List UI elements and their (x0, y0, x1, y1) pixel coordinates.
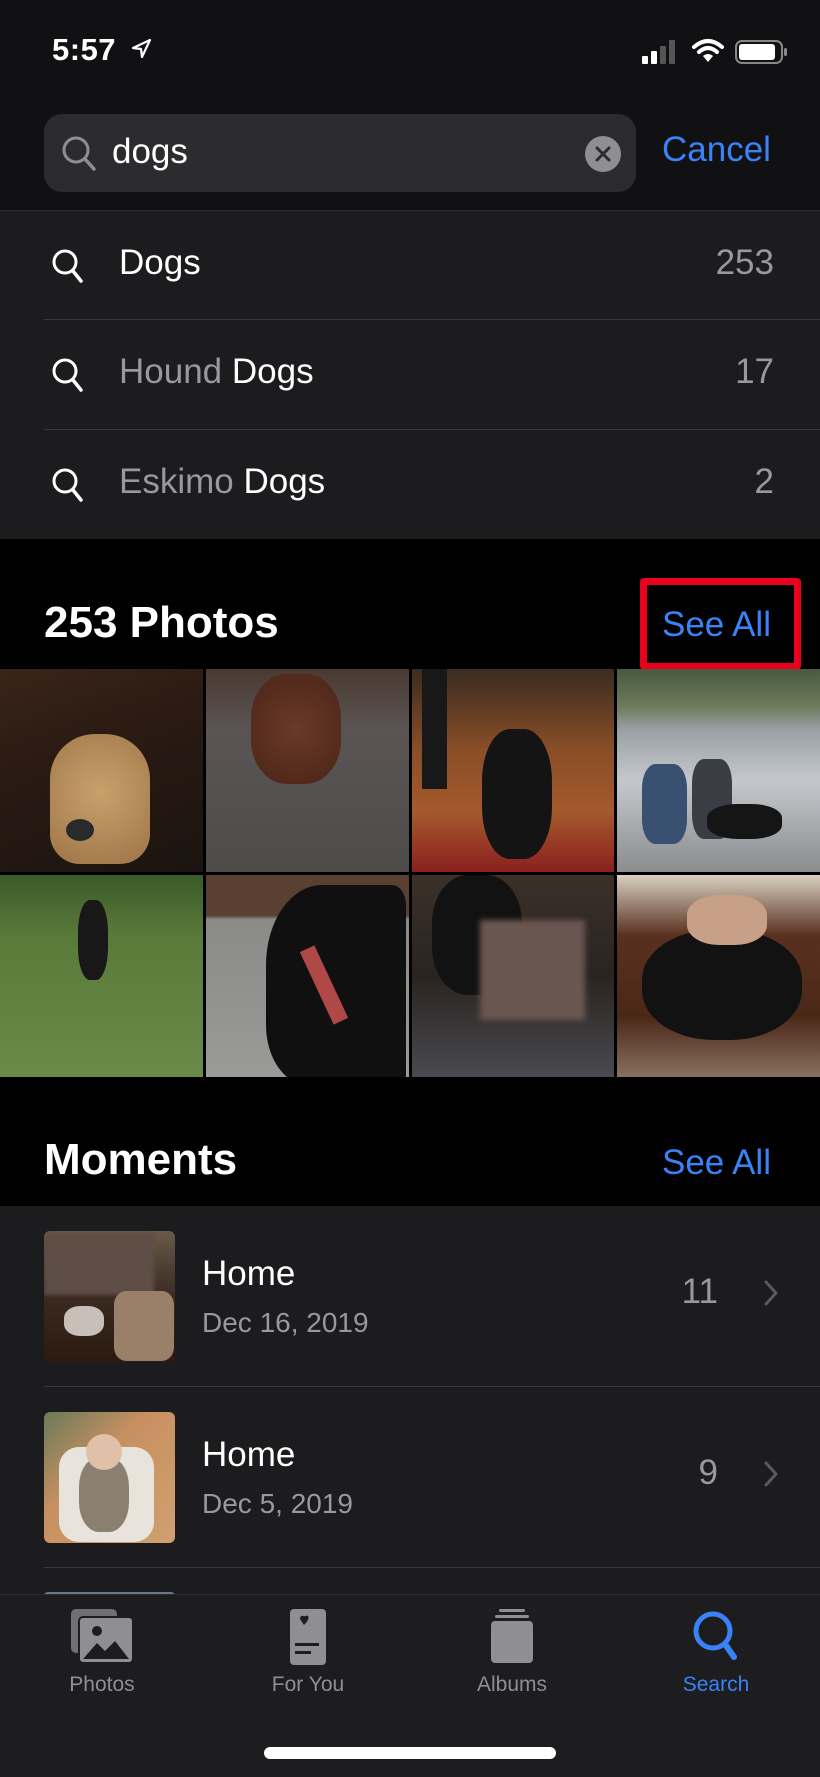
tab-label: Photos (69, 1673, 135, 1696)
photo-thumbnail[interactable] (0, 874, 203, 1077)
suggestion-prefix: Eskimo (119, 462, 244, 501)
divider (44, 1567, 820, 1568)
suggestion-label: Dogs (119, 243, 201, 283)
search-suggestion-icon (52, 249, 83, 283)
tab-label: Search (682, 1673, 750, 1696)
location-arrow-icon (131, 38, 152, 59)
moment-title: Home (202, 1254, 296, 1293)
chevron-right-icon (764, 1280, 778, 1306)
cellular-signal-icon (642, 40, 675, 64)
moment-title: Home (202, 1435, 296, 1474)
suggestion-item[interactable]: Dogs 253 (0, 211, 820, 320)
suggestion-count: 2 (754, 462, 774, 501)
photo-thumbnail[interactable] (411, 874, 615, 1077)
search-icon (693, 1611, 737, 1660)
suggestion-match: Dogs (243, 462, 326, 501)
moment-date: Dec 16, 2019 (202, 1307, 369, 1338)
tab-label: For You (271, 1673, 345, 1696)
suggestion-item[interactable]: Hound Dogs 17 (0, 320, 820, 429)
photo-thumbnail[interactable] (205, 669, 409, 872)
tab-albums[interactable]: Albums (422, 1607, 602, 1707)
suggestion-match: Dogs (231, 352, 314, 391)
status-time: 5:57 (52, 32, 117, 67)
search-suggestion-icon (52, 358, 83, 392)
tab-label: Albums (476, 1673, 548, 1696)
moment-item[interactable]: Home Dec 16, 2019 11 (0, 1206, 820, 1387)
photo-grid (0, 669, 820, 1077)
home-indicator[interactable] (264, 1747, 556, 1759)
suggestion-label: Hound Dogs (119, 352, 314, 392)
photos-icon (71, 1609, 134, 1664)
moment-item[interactable]: Home Dec 5, 2019 9 (0, 1387, 820, 1568)
highlight-annotation-box (640, 578, 801, 670)
tab-search[interactable]: Search (626, 1607, 806, 1707)
for-you-icon (290, 1609, 326, 1665)
tab-for-you[interactable]: For You (218, 1607, 398, 1707)
status-bar: 5:57 (0, 30, 820, 74)
clear-x-icon (595, 146, 611, 162)
suggestion-count: 17 (735, 352, 774, 391)
moment-thumbnail (44, 1412, 175, 1543)
search-input[interactable] (112, 132, 552, 172)
photo-thumbnail[interactable] (617, 874, 820, 1077)
photo-thumbnail[interactable] (411, 669, 615, 872)
wifi-icon (692, 39, 724, 62)
suggestion-match: Dogs (119, 243, 201, 282)
albums-icon (491, 1609, 533, 1663)
moment-count: 11 (681, 1272, 718, 1311)
battery-icon (735, 40, 787, 64)
photos-section-title: 253 Photos (44, 598, 279, 647)
suggestion-count: 253 (715, 243, 774, 282)
suggestion-item[interactable]: Eskimo Dogs 2 (0, 430, 820, 539)
photo-thumbnail[interactable] (0, 669, 203, 872)
moment-thumbnail (44, 1231, 175, 1362)
moments-see-all-button[interactable]: See All (662, 1143, 771, 1183)
photo-thumbnail[interactable] (617, 669, 820, 872)
cancel-button[interactable]: Cancel (662, 130, 771, 170)
suggestion-prefix: Hound (119, 352, 232, 391)
search-suggestions: Dogs 253 Hound Dogs 17 Eskimo Dogs 2 (0, 210, 820, 539)
search-suggestion-icon (52, 468, 83, 502)
search-field[interactable] (44, 114, 636, 192)
suggestion-label: Eskimo Dogs (119, 462, 325, 502)
moment-date: Dec 5, 2019 (202, 1488, 353, 1519)
magnifier-icon (62, 136, 96, 171)
moments-list: Home Dec 16, 2019 11 Home Dec 5, 2019 9 (0, 1206, 820, 1596)
tab-photos[interactable]: Photos (12, 1607, 192, 1707)
photo-thumbnail[interactable] (205, 874, 409, 1077)
chevron-right-icon (764, 1461, 778, 1487)
moment-count: 9 (698, 1453, 718, 1492)
moments-section-title: Moments (44, 1135, 238, 1184)
clear-search-button[interactable] (585, 136, 621, 172)
